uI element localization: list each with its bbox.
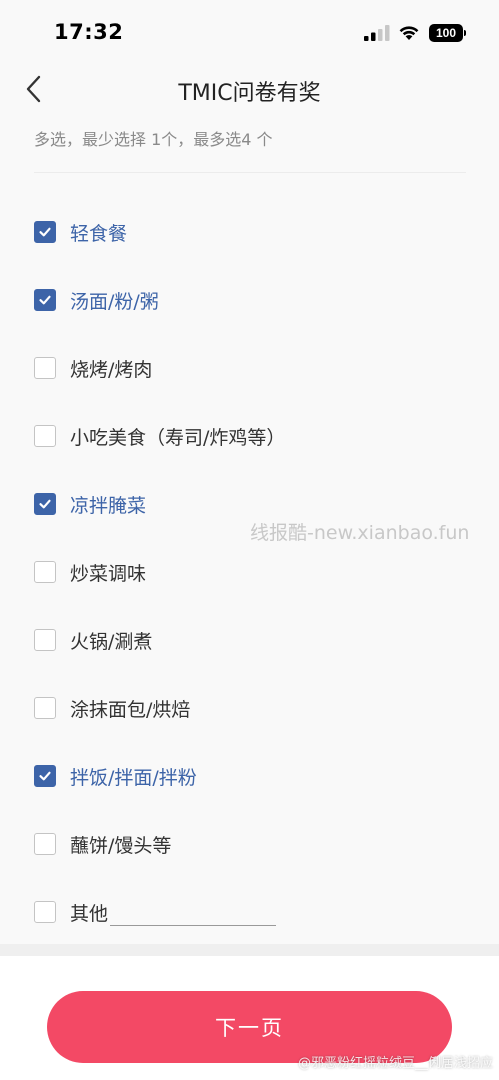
checkbox[interactable] [34,697,56,719]
option-label: 炒菜调味 [70,562,147,585]
option-label: 凉拌腌菜 [70,494,147,517]
checkbox[interactable] [34,289,56,311]
status-bar: 17:32 100 [0,0,499,64]
option-item-other[interactable]: 其他 [0,878,499,946]
option-item[interactable]: 烧烤/烤肉 [0,334,499,402]
option-list: 轻食餐 汤面/粉/粥 烧烤/烤肉 小吃美食（寿司/炸鸡等） 凉拌腌菜 炒菜调味 … [0,198,499,946]
option-label: 轻食餐 [70,222,128,245]
checkbox[interactable] [34,425,56,447]
option-item[interactable]: 小吃美食（寿司/炸鸡等） [0,402,499,470]
option-label: 拌饭/拌面/拌粉 [70,766,197,789]
option-label: 小吃美食（寿司/炸鸡等） [70,426,286,449]
status-time: 17:32 [54,20,124,44]
option-item[interactable]: 炒菜调味 [0,538,499,606]
option-label: 汤面/粉/粥 [70,290,159,313]
checkbox[interactable] [34,833,56,855]
option-item[interactable]: 蘸饼/馒头等 [0,810,499,878]
option-item[interactable]: 涂抹面包/烘焙 [0,674,499,742]
checkbox[interactable] [34,765,56,787]
option-label: 火锅/涮煮 [70,630,153,653]
checkbox[interactable] [34,629,56,651]
battery-icon: 100 [429,24,463,42]
option-label: 涂抹面包/烘焙 [70,698,191,721]
check-icon [39,227,51,237]
footer-watermark: @邪恶粉红摇粒绒豆__俐居浅招应 [297,1056,493,1071]
check-icon [39,771,51,781]
other-input[interactable] [110,901,277,926]
check-icon [39,499,51,509]
option-item[interactable]: 拌饭/拌面/拌粉 [0,742,499,810]
checkbox[interactable] [34,221,56,243]
checkbox[interactable] [34,357,56,379]
option-label: 烧烤/烤肉 [70,358,153,381]
option-item[interactable]: 火锅/涮煮 [0,606,499,674]
question-hint: 多选，最少选择 1个，最多选4 个 [34,130,273,149]
divider [34,172,466,173]
bottom-separator [0,944,499,956]
watermark-text: 线报酷-new.xianbao.fun [250,522,470,544]
option-item[interactable]: 轻食餐 [0,198,499,266]
page-title: TMIC问卷有奖 [178,81,321,106]
option-label: 其他 [70,902,109,925]
signal-icon [364,25,390,41]
checkbox[interactable] [34,561,56,583]
option-item[interactable]: 汤面/粉/粥 [0,266,499,334]
battery-tip [464,30,466,36]
wifi-icon [399,26,419,40]
checkbox[interactable] [34,901,56,923]
survey-screen: 17:32 100 TMIC问卷有奖 多选，最少选择 1个，最多选4 个 轻食餐… [0,0,499,1080]
checkbox[interactable] [34,493,56,515]
option-label: 蘸饼/馒头等 [70,834,172,857]
check-icon [39,295,51,305]
